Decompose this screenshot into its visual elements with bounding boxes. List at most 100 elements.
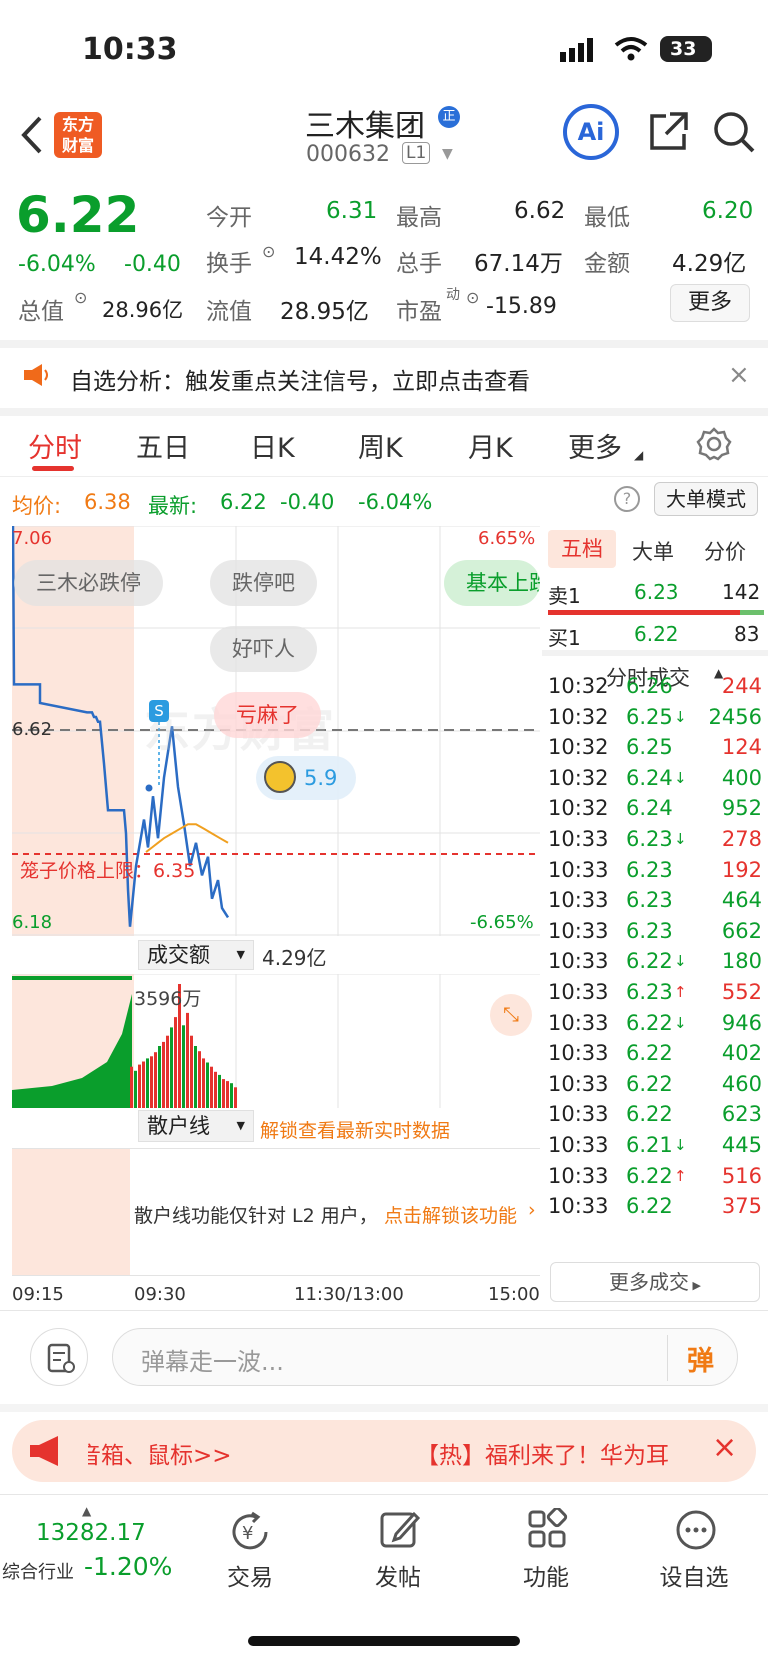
help-icon[interactable]: ? <box>614 486 640 512</box>
unlock-text[interactable]: 解锁查看最新实时数据 <box>260 1116 450 1143</box>
more-circle-icon[interactable] <box>674 1508 718 1556</box>
promo-banner[interactable]: 音箱、鼠标>> 【热】福利来了！华为耳 × <box>12 1420 756 1482</box>
low-label: 最低 <box>584 205 630 231</box>
tab-price-levels[interactable]: 分价 <box>704 536 746 566</box>
search-icon[interactable] <box>712 110 756 160</box>
tab-week-k[interactable]: 周K <box>358 426 403 465</box>
latest-change: -0.40 <box>280 490 335 514</box>
tab-more[interactable]: 更多 <box>568 426 622 465</box>
share-icon[interactable] <box>646 110 690 158</box>
trade-price: 6.22 <box>626 1194 673 1219</box>
info-icon[interactable]: ⊙ <box>466 288 479 307</box>
index-ticker[interactable]: ▲ 13282.17 综合行业 -1.20% <box>0 1496 176 1596</box>
nav-features[interactable]: 功能 <box>476 1558 616 1592</box>
info-icon[interactable]: ⊙ <box>262 242 275 261</box>
info-icon[interactable]: ⊙ <box>74 288 87 307</box>
stock-title[interactable]: 三木集团 正 000632 L1 ▼ <box>300 100 500 180</box>
trade-row: 10:33 6.23 662 <box>548 915 762 947</box>
retail-unlock-link[interactable]: 点击解锁该功能 <box>384 1201 517 1228</box>
edit-icon[interactable] <box>378 1508 422 1556</box>
arrow-down-icon: ↓ <box>674 830 687 848</box>
comment-bubble[interactable]: 三木必跌停 <box>14 560 163 606</box>
trade-row: 10:33 6.22 375 <box>548 1190 762 1222</box>
nav-post[interactable]: 发帖 <box>328 1558 468 1592</box>
arrow-down-icon: ↓ <box>674 768 687 787</box>
analysis-banner[interactable]: 自选分析：触发重点关注信号，立即点击查看 × <box>0 348 768 408</box>
time-axis: 09:15 09:30 11:30/13:00 15:00 <box>12 1282 540 1308</box>
comment-input[interactable]: 弹幕走一波... 弹 <box>112 1328 738 1386</box>
comment-bubble[interactable]: 跌停吧 <box>210 560 317 606</box>
ai-button[interactable]: Ai <box>563 104 619 160</box>
trade-icon[interactable]: ¥ <box>228 1510 272 1558</box>
pe-value: -15.89 <box>486 294 557 319</box>
comment-bubble[interactable]: 基本上跌 <box>444 560 540 606</box>
danmaku-settings-icon[interactable] <box>30 1328 88 1386</box>
volume-panel: 成交额 ▼ 4.29亿 3596万 ⤡ <box>12 938 540 1108</box>
tab-month-k[interactable]: 月K <box>468 426 513 465</box>
volume-peak-label: 3596万 <box>134 988 202 1010</box>
y-bottom-label: 6.18 <box>12 912 53 933</box>
high-value: 6.62 <box>514 198 566 224</box>
close-icon[interactable]: × <box>712 1430 737 1465</box>
more-trades-button[interactable]: 更多成交 ▶ <box>550 1262 760 1302</box>
pct-bottom-label: -6.65% <box>470 912 534 933</box>
trade-row: 10:33 6.23 ↓ 278 <box>548 823 762 855</box>
trade-price: 6.22 <box>626 1071 673 1096</box>
trade-time: 10:32 <box>548 765 609 790</box>
trade-volume: 662 <box>721 918 762 943</box>
wifi-icon <box>614 36 648 66</box>
header: 东方 财富 三木集团 正 000632 L1 ▼ Ai <box>0 100 768 180</box>
close-icon[interactable]: × <box>728 360 750 390</box>
trade-time: 10:33 <box>548 888 609 913</box>
s-marker[interactable]: S <box>149 700 169 722</box>
expand-icon[interactable]: ⤡ <box>490 994 532 1036</box>
tab-intraday[interactable]: 分时 <box>28 426 82 465</box>
trade-price: 6.26 <box>626 674 673 698</box>
volume-bar <box>130 1066 133 1108</box>
trade-volume: 375 <box>721 1194 762 1219</box>
gear-icon[interactable] <box>696 426 732 466</box>
caret-up-icon: ▲ <box>82 1504 92 1518</box>
rating-value: 5.9 <box>304 766 338 790</box>
nav-add-watchlist[interactable]: 设自选 <box>624 1558 764 1592</box>
trade-price: 6.23 <box>626 827 673 851</box>
trade-time: 10:33 <box>548 918 609 943</box>
nav-trade[interactable]: 交易 <box>180 1558 320 1592</box>
y-ref-label: 6.62 <box>12 719 53 740</box>
tab-5day[interactable]: 五日 <box>136 426 190 465</box>
trade-row: 10:33 6.22 ↓ 180 <box>548 945 762 977</box>
price-chart[interactable]: 东方财富 7.06 6.62 6.18 6.65% -6.65% 笼子价格上限：… <box>12 526 540 936</box>
more-button[interactable]: 更多 <box>670 284 750 322</box>
status-bar: 10:33 33 <box>0 0 768 100</box>
trade-price: 6.23 <box>626 857 673 882</box>
tab-five-levels[interactable]: 五档 <box>548 530 616 568</box>
tab-day-k[interactable]: 日K <box>250 426 295 465</box>
volume-bar <box>226 1081 229 1108</box>
comment-bubble[interactable]: 好吓人 <box>210 626 317 672</box>
danmaku-send-button[interactable]: 弹 <box>687 1339 714 1378</box>
trade-volume: 460 <box>721 1071 762 1096</box>
volume-bar <box>234 1087 237 1108</box>
rating-bubble[interactable]: 5.9 <box>256 756 356 800</box>
comment-bar: 弹幕走一波... 弹 <box>0 1312 768 1402</box>
latest-pct: -6.04% <box>358 490 433 514</box>
retail-selector[interactable]: 散户线 ▼ <box>138 1110 254 1142</box>
trade-volume: 244 <box>721 674 762 698</box>
comment-bubble[interactable]: 亏麻了 <box>214 692 321 738</box>
volume-bar <box>150 1056 153 1108</box>
back-icon[interactable] <box>18 114 44 160</box>
x-tick: 09:15 <box>12 1284 64 1305</box>
buy1-volume: 83 <box>734 622 760 646</box>
big-order-mode-button[interactable]: 大单模式 <box>654 482 758 516</box>
sell1-price: 6.23 <box>634 580 679 604</box>
trade-volume: 623 <box>721 1102 762 1127</box>
grid-icon[interactable] <box>526 1506 570 1556</box>
tab-big-orders[interactable]: 大单 <box>632 536 674 566</box>
trade-price: 6.22 <box>626 1010 673 1035</box>
speaker-icon <box>22 362 50 392</box>
volume-bar <box>170 1027 173 1108</box>
trade-volume: 952 <box>721 796 762 821</box>
chart-header: 均价: 6.38 最新: 6.22 -0.40 -6.04% ? 大单模式 <box>0 478 768 522</box>
volume-bar <box>190 1035 193 1108</box>
volume-selector[interactable]: 成交额 ▼ <box>138 940 254 970</box>
